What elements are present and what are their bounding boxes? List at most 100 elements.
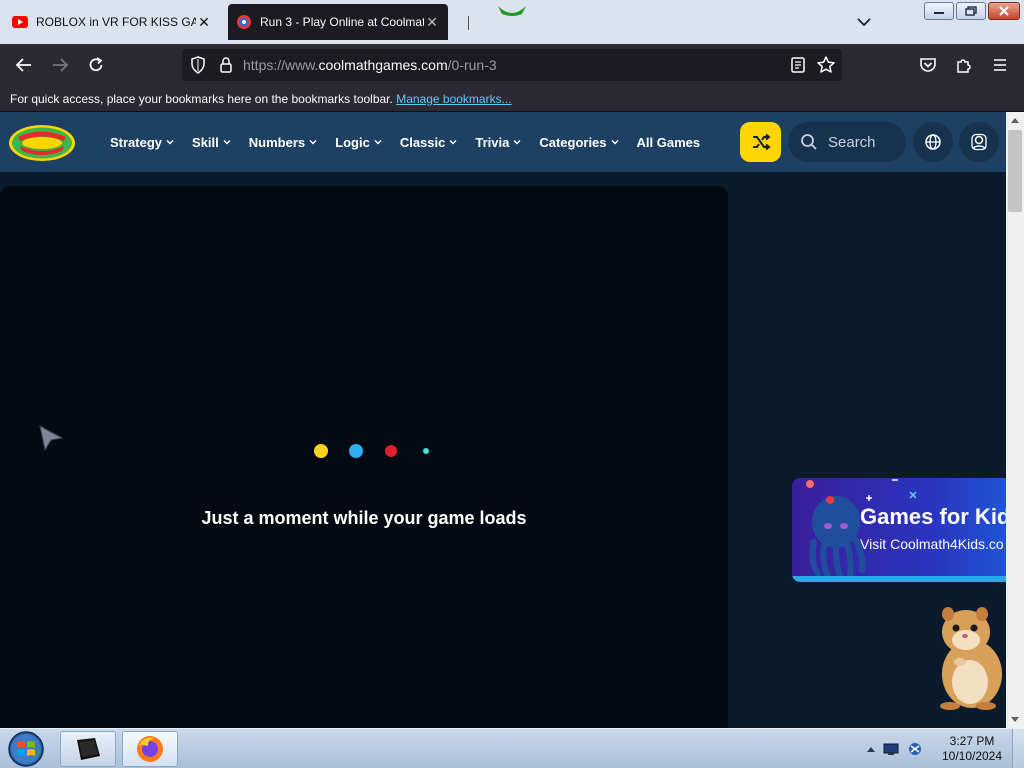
- pocket-icon: [920, 58, 936, 72]
- url-text[interactable]: https://www.coolmathgames.com/0-run-3: [243, 57, 497, 73]
- manage-bookmarks-link[interactable]: Manage bookmarks...: [396, 92, 511, 106]
- scroll-up-button[interactable]: [1006, 112, 1024, 128]
- scroll-down-button[interactable]: [1006, 712, 1024, 728]
- nav-trivia[interactable]: Trivia: [475, 135, 521, 150]
- taskbar-app-window[interactable]: [60, 731, 116, 767]
- address-bar[interactable]: https://www.coolmathgames.com/0-run-3: [182, 49, 842, 81]
- chevron-down-icon: [611, 140, 619, 145]
- random-game-button[interactable]: [740, 122, 781, 162]
- scrollbar-thumb[interactable]: [1008, 130, 1022, 212]
- mouse-cursor-icon: [39, 425, 63, 451]
- window-controls: [924, 2, 1020, 20]
- url-host: coolmathgames.com: [318, 57, 448, 73]
- list-all-tabs-button[interactable]: [852, 12, 876, 32]
- site-nav: Strategy Skill Numbers Logic Classic Tri…: [110, 112, 718, 172]
- minimize-icon: [934, 12, 944, 14]
- reload-button[interactable]: [82, 52, 110, 78]
- nav-logic[interactable]: Logic: [335, 135, 382, 150]
- language-button[interactable]: [913, 122, 953, 162]
- minimize-button[interactable]: [924, 2, 954, 20]
- url-scheme: https://www.: [243, 57, 319, 73]
- forward-button[interactable]: [46, 52, 74, 78]
- show-desktop-button[interactable]: [1012, 729, 1024, 768]
- tab-label: ROBLOX in VR FOR KISS GAY! -: [36, 15, 196, 29]
- nav-skill[interactable]: Skill: [192, 135, 231, 150]
- page-content: Just a moment while your game loads Game…: [0, 172, 1006, 728]
- nav-classic[interactable]: Classic: [400, 135, 458, 150]
- show-hidden-icons-icon[interactable]: [866, 745, 876, 753]
- coolmath-games-logo[interactable]: [8, 124, 76, 162]
- chevron-down-icon: [374, 140, 382, 145]
- app-menu-button[interactable]: [986, 52, 1014, 78]
- nav-numbers[interactable]: Numbers: [249, 135, 317, 150]
- nav-strategy[interactable]: Strategy: [110, 135, 174, 150]
- bookmarks-message: For quick access, place your bookmarks h…: [10, 92, 393, 106]
- close-icon[interactable]: ✕: [196, 14, 212, 31]
- loader-dot: [385, 445, 397, 457]
- nav-label: All Games: [636, 134, 701, 150]
- chevron-down-icon: [513, 140, 521, 145]
- account-button[interactable]: [959, 122, 999, 162]
- arrow-left-icon: [15, 58, 31, 72]
- window-close-button[interactable]: [988, 2, 1020, 20]
- nav-label: Strategy: [110, 134, 163, 150]
- tracking-shield-icon[interactable]: [188, 55, 208, 75]
- taskbar-firefox[interactable]: [122, 731, 178, 767]
- nav-label: Skill: [192, 134, 219, 150]
- close-icon[interactable]: ✕: [424, 14, 440, 31]
- restore-button[interactable]: [956, 2, 986, 20]
- navigation-toolbar: https://www.coolmathgames.com/0-run-3: [0, 44, 1024, 86]
- chevron-down-icon: [857, 18, 871, 27]
- volume-muted-icon[interactable]: [906, 741, 924, 757]
- decorative-frog-icon: [498, 6, 526, 16]
- nav-categories[interactable]: Categories: [539, 135, 619, 150]
- nav-label: Trivia: [475, 134, 510, 150]
- restore-icon: [965, 6, 977, 16]
- nav-label: Numbers: [248, 134, 306, 150]
- windows-start-icon[interactable]: [6, 730, 46, 768]
- hamburger-menu-icon: [994, 59, 1006, 71]
- nav-label: Classic: [399, 134, 446, 150]
- chevron-down-icon: [223, 140, 231, 145]
- tab-run-3[interactable]: Run 3 - Play Online at Coolmat ✕: [228, 4, 448, 40]
- nav-all-games[interactable]: All Games: [637, 135, 701, 150]
- loading-message: Just a moment while your game loads: [201, 508, 527, 528]
- caret-up-icon: [1011, 118, 1019, 123]
- ad-title: Games for Kid: [860, 504, 1006, 529]
- pocket-button[interactable]: [914, 52, 942, 78]
- user-icon: [971, 133, 987, 151]
- search-placeholder: Search: [828, 133, 876, 151]
- arrow-right-icon: [53, 58, 69, 72]
- reader-view-icon[interactable]: [788, 55, 808, 75]
- coolmath4kids-ad[interactable]: Games for Kid Visit Coolmath4Kids.co: [792, 478, 1006, 582]
- tab-separator: [468, 16, 469, 30]
- vertical-scrollbar[interactable]: [1006, 112, 1024, 728]
- tab-label: Run 3 - Play Online at Coolmat: [260, 15, 424, 29]
- tab-bar: ROBLOX in VR FOR KISS GAY! - ✕ Run 3 - P…: [0, 0, 1024, 44]
- tab-roblox-video[interactable]: ROBLOX in VR FOR KISS GAY! - ✕: [4, 4, 220, 40]
- chevron-down-icon: [166, 140, 174, 145]
- ad-accent-stripe: [792, 576, 1006, 582]
- system-tray: [866, 737, 924, 761]
- clock-time: 3:27 PM: [949, 734, 995, 748]
- caret-down-icon: [1011, 717, 1019, 722]
- site-search-input[interactable]: Search: [788, 122, 906, 162]
- puzzle-icon: [957, 59, 971, 73]
- windows-taskbar: 3:27 PM 10/10/2024: [0, 728, 1024, 768]
- lock-icon[interactable]: [216, 55, 236, 75]
- youtube-icon: [12, 14, 28, 30]
- network-monitor-icon[interactable]: [882, 741, 900, 757]
- back-button[interactable]: [10, 52, 38, 78]
- extensions-button[interactable]: [950, 52, 978, 78]
- shuffle-icon: [752, 133, 771, 151]
- game-frame[interactable]: Just a moment while your game loads: [0, 186, 728, 728]
- loading-dots: [314, 444, 429, 458]
- ad-subtitle: Visit Coolmath4Kids.co: [860, 536, 1004, 552]
- loader-dot: [314, 444, 328, 458]
- firefox-icon: [137, 736, 163, 762]
- taskbar-clock[interactable]: 3:27 PM 10/10/2024: [940, 734, 1004, 764]
- loader-dot: [423, 448, 429, 454]
- search-icon: [801, 134, 817, 150]
- bookmark-star-icon[interactable]: [816, 55, 836, 75]
- loader-dot: [349, 444, 363, 458]
